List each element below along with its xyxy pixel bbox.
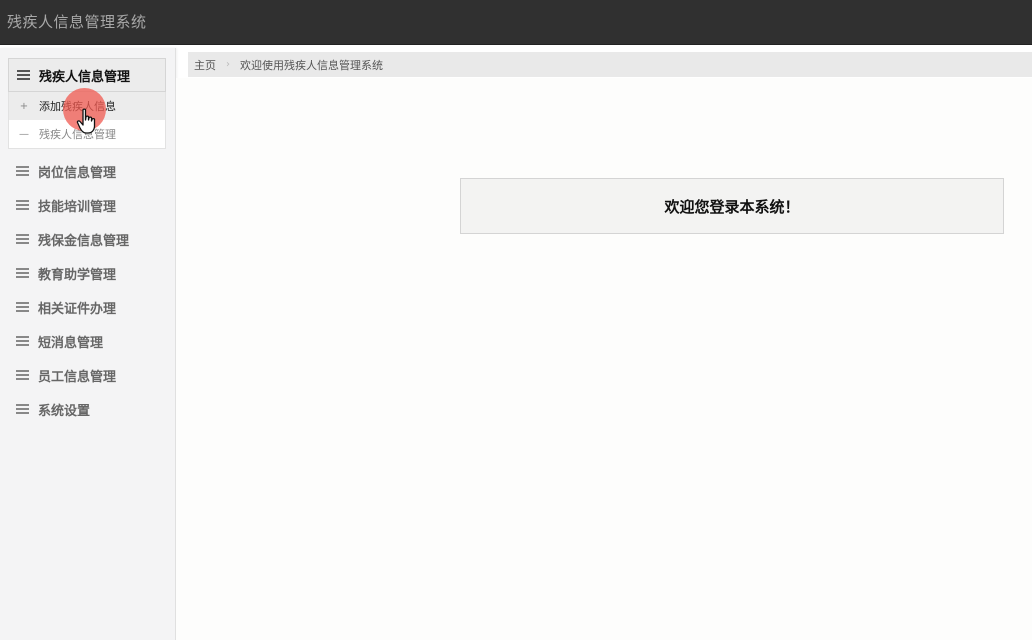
menu-head-staff-info[interactable]: 员工信息管理 [8,358,166,392]
menu-head-label: 技能培训管理 [38,199,117,215]
menu-head-certificates[interactable]: 相关证件办理 [8,290,166,324]
top-bar: 残疾人信息管理系统 [0,0,1032,45]
menu-group-post-info: 岗位信息管理 [8,154,166,188]
hamburger-icon [16,370,29,380]
app-title: 残疾人信息管理系统 [7,13,147,31]
hamburger-icon [16,200,29,210]
dash-icon: — [19,128,29,140]
menu-group-education-aid: 教育助学管理 [8,256,166,290]
menu-head-label: 员工信息管理 [38,369,117,385]
welcome-text: 欢迎您登录本系统！ [664,197,800,216]
welcome-panel: 欢迎您登录本系统！ [460,178,1004,234]
menu-group-system-settings: 系统设置 [8,392,166,426]
menu-head-post-info[interactable]: 岗位信息管理 [8,154,166,188]
menu-head-label: 教育助学管理 [38,267,117,283]
sidebar: 残疾人信息管理 + 添加残疾人信息 — 残疾人信息管理 岗位信息管理 技能培训管… [0,48,176,640]
hamburger-icon [16,166,29,176]
hamburger-icon [16,404,29,414]
menu-group-certificates: 相关证件办理 [8,290,166,324]
hamburger-icon [16,336,29,346]
menu-head-skill-training[interactable]: 技能培训管理 [8,188,166,222]
hamburger-icon [16,268,29,278]
menu-head-label: 残疾人信息管理 [39,69,131,85]
breadcrumb-current: 欢迎使用残疾人信息管理系统 [240,58,383,72]
hamburger-icon [17,70,30,80]
breadcrumb-home-link[interactable]: 主页 [194,57,216,73]
menu-head-label: 短消息管理 [38,335,104,351]
hamburger-icon [16,234,29,244]
breadcrumb: 主页 › 欢迎使用残疾人信息管理系统 [188,52,1032,77]
menu-group-staff-info: 员工信息管理 [8,358,166,392]
menu-head-education-aid[interactable]: 教育助学管理 [8,256,166,290]
menu-head-disabled-info[interactable]: 残疾人信息管理 [8,58,166,92]
menu-head-messages[interactable]: 短消息管理 [8,324,166,358]
menu-head-security-fund[interactable]: 残保金信息管理 [8,222,166,256]
menu-group-messages: 短消息管理 [8,324,166,358]
plus-icon: + [19,100,29,112]
menu-head-label: 系统设置 [38,403,91,419]
hand-pointer-icon [76,108,96,134]
chevron-right-icon: › [226,59,230,70]
menu-head-system-settings[interactable]: 系统设置 [8,392,166,426]
menu-group-security-fund: 残保金信息管理 [8,222,166,256]
main-content [176,78,1032,640]
menu-head-label: 岗位信息管理 [38,165,117,181]
menu-head-label: 相关证件办理 [38,301,117,317]
menu-group-skill-training: 技能培训管理 [8,188,166,222]
menu-head-label: 残保金信息管理 [38,233,130,249]
hamburger-icon [16,302,29,312]
